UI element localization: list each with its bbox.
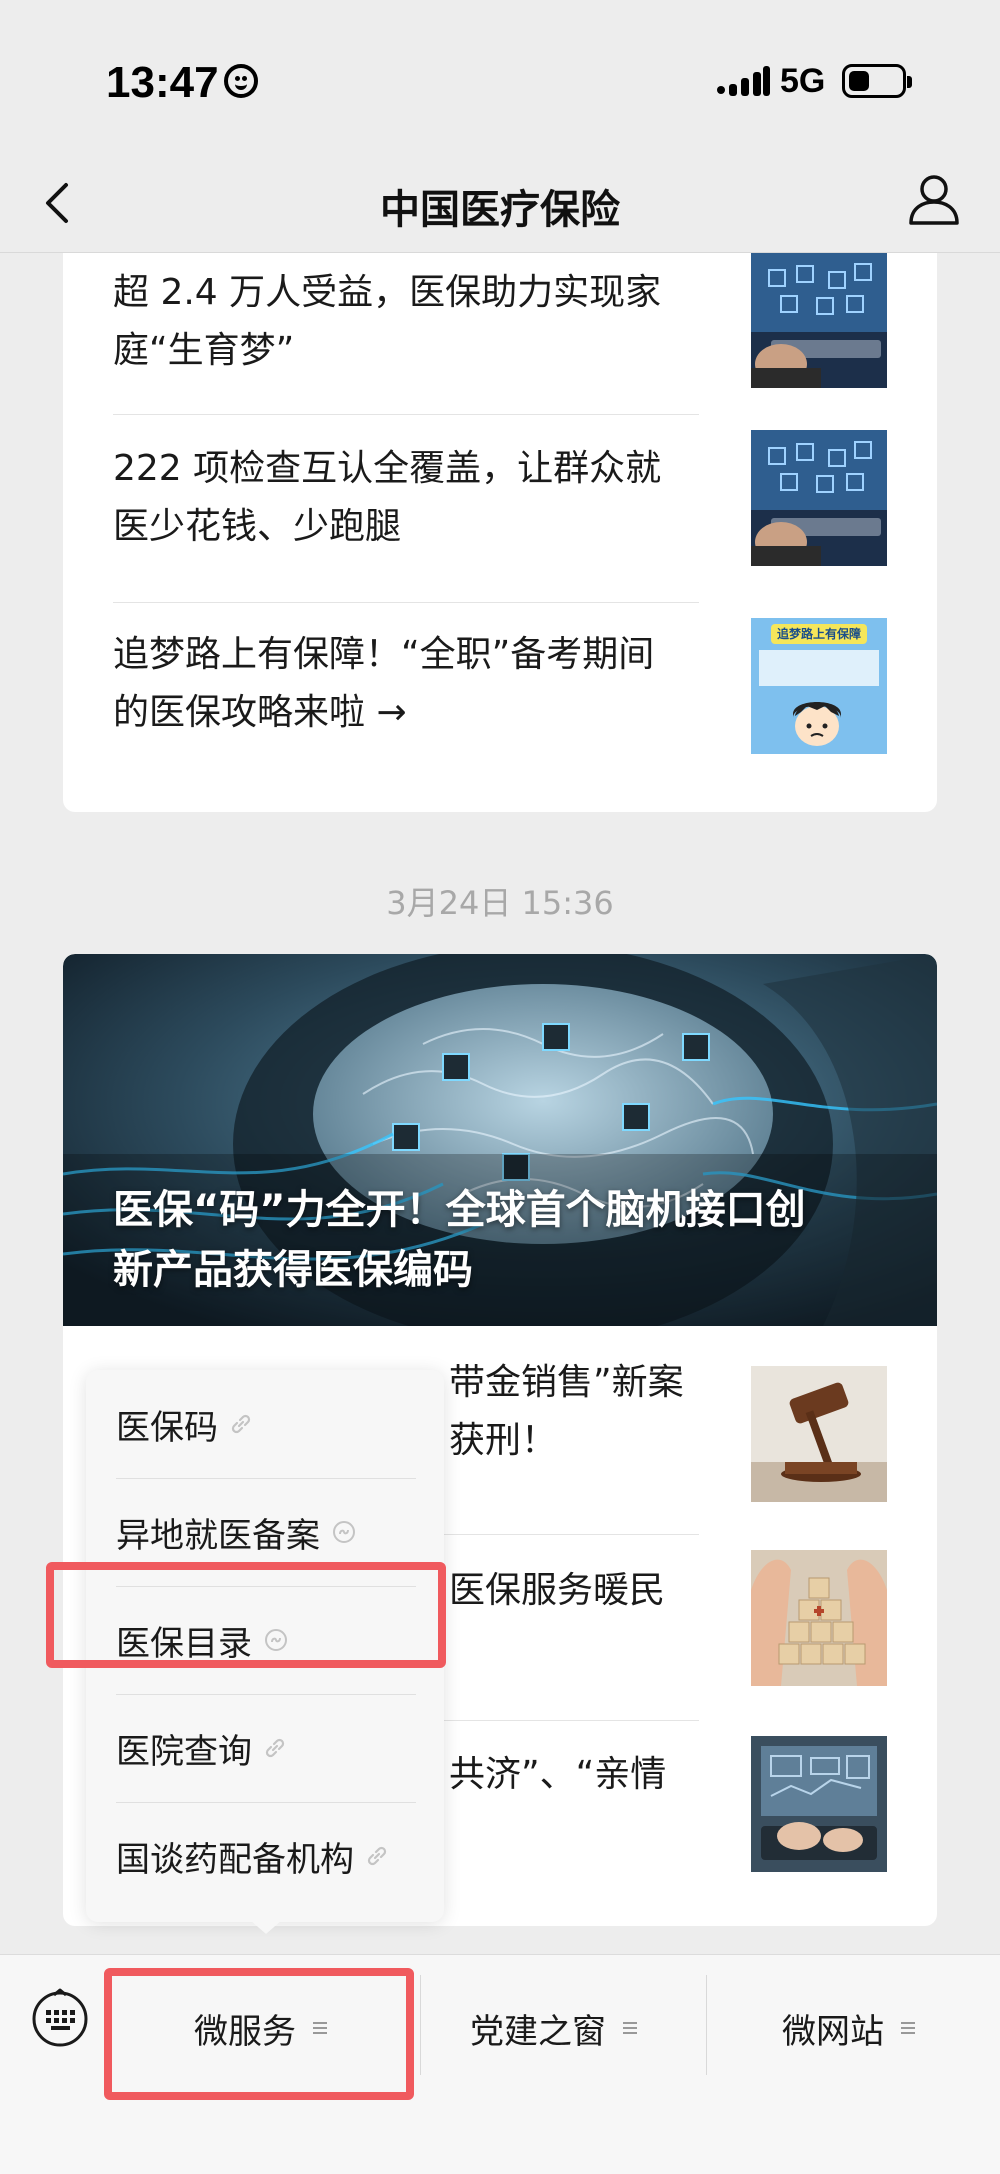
menu-item-hospital-query[interactable]: 医院查询 bbox=[116, 1694, 416, 1802]
highlight-box-catalog bbox=[46, 1562, 446, 1668]
article-title[interactable]: 222 项检查互认全覆盖，让群众就 医少花钱、少跑腿 bbox=[113, 440, 713, 556]
highlight-box-micro-service bbox=[104, 1968, 414, 2100]
article-title-line: 庭“生育梦” bbox=[113, 330, 295, 371]
article-title-line: 追梦路上有保障！“全职”备考期间 bbox=[113, 634, 655, 675]
tab-label: 党建之窗 bbox=[470, 2011, 606, 2052]
tab-micro-website[interactable]: 微网站 bbox=[782, 2003, 916, 2053]
article-thumbnail[interactable] bbox=[751, 1736, 887, 1872]
signal-icon bbox=[717, 66, 770, 96]
hero-title-line: 新产品获得医保编码 bbox=[113, 1247, 473, 1293]
menu-lines-icon bbox=[623, 2022, 637, 2034]
article-title-line: 获刑！ bbox=[449, 1420, 558, 1461]
article-title-line: 的医保攻略来啦 → bbox=[113, 692, 407, 733]
menu-item-yibaoma[interactable]: 医保码 bbox=[116, 1370, 416, 1478]
link-icon bbox=[231, 1414, 251, 1434]
status-time: 13:47 bbox=[106, 58, 219, 107]
article-thumbnail[interactable] bbox=[751, 1550, 887, 1686]
cartoon-face-icon bbox=[793, 702, 841, 746]
menu-lines-icon bbox=[901, 2022, 915, 2034]
article-title[interactable]: 追梦路上有保障！“全职”备考期间 的医保攻略来啦 → bbox=[113, 626, 713, 742]
article-title-line: 医保服务暖民 bbox=[449, 1570, 666, 1611]
tab-separator bbox=[706, 1975, 707, 2075]
article-thumbnail[interactable] bbox=[751, 252, 887, 388]
menu-item-national-drug-institutions[interactable]: 国谈药配备机构 bbox=[116, 1802, 416, 1910]
article-thumbnail[interactable] bbox=[751, 1366, 887, 1502]
menu-item-label: 医保码 bbox=[116, 1407, 218, 1448]
divider bbox=[113, 602, 699, 603]
article-title[interactable]: 共济”、“亲情 bbox=[449, 1746, 729, 1804]
article-title-line: 医少花钱、少跑腿 bbox=[113, 506, 402, 547]
article-title[interactable]: 带金销售”新案 获刑！ bbox=[449, 1354, 729, 1470]
menu-item-label: 国谈药配备机构 bbox=[116, 1839, 354, 1880]
user-profile-icon[interactable] bbox=[906, 171, 962, 227]
status-bar: 13:47 5G bbox=[0, 0, 1000, 155]
page-title: 中国医疗保险 bbox=[380, 187, 620, 233]
list-item[interactable]: 222 项检查互认全覆盖，让群众就 医少花钱、少跑腿 bbox=[113, 430, 887, 628]
tab-separator bbox=[420, 1975, 421, 2075]
nav-bar: 中国医疗保险 bbox=[0, 155, 1000, 253]
message-timestamp: 3月24日 15:36 bbox=[386, 884, 614, 922]
smiley-icon bbox=[224, 64, 258, 98]
article-title[interactable]: 医保服务暖民 bbox=[449, 1562, 729, 1620]
article-title-line: 共济”、“亲情 bbox=[449, 1754, 667, 1795]
link-icon bbox=[367, 1846, 387, 1866]
article-title-line: 带金销售”新案 bbox=[449, 1362, 684, 1403]
menu-item-label: 医院查询 bbox=[116, 1731, 252, 1772]
article-title[interactable]: 超 2.4 万人受益，医保助力实现家 庭“生育梦” bbox=[113, 264, 713, 380]
article-title-line: 222 项检查互认全覆盖，让群众就 bbox=[113, 448, 662, 489]
tab-party-building[interactable]: 党建之窗 bbox=[470, 2003, 638, 2053]
article-thumbnail[interactable]: 追梦路上有保障 bbox=[751, 618, 887, 754]
hero-title[interactable]: 医保“码”力全开！全球首个脑机接口创 新产品获得医保编码 bbox=[113, 1180, 903, 1300]
battery-icon bbox=[842, 64, 912, 98]
thumbnail-text-block bbox=[759, 650, 879, 686]
article-list-card: 超 2.4 万人受益，医保助力实现家 庭“生育梦” 222 项检查互认全覆盖，让… bbox=[63, 252, 937, 812]
popup-pointer bbox=[250, 1920, 282, 1934]
article-thumbnail[interactable] bbox=[751, 430, 887, 566]
list-item[interactable]: 超 2.4 万人受益，医保助力实现家 庭“生育梦” bbox=[113, 252, 887, 452]
miniprogram-icon bbox=[333, 1521, 355, 1543]
list-item[interactable]: 追梦路上有保障！“全职”备考期间 的医保攻略来啦 → 追梦路上有保障 bbox=[113, 618, 887, 814]
hero-article[interactable]: 医保“码”力全开！全球首个脑机接口创 新产品获得医保编码 bbox=[63, 954, 937, 1326]
keyboard-toggle-icon[interactable] bbox=[30, 1987, 90, 2047]
article-title-line: 超 2.4 万人受益，医保助力实现家 bbox=[113, 272, 662, 313]
network-label: 5G bbox=[780, 62, 826, 100]
hero-title-line: 医保“码”力全开！全球首个脑机接口创 bbox=[113, 1187, 806, 1233]
thumbnail-banner-text: 追梦路上有保障 bbox=[771, 624, 867, 644]
link-icon bbox=[265, 1738, 285, 1758]
divider bbox=[113, 414, 699, 415]
tab-label: 微网站 bbox=[782, 2011, 884, 2052]
menu-item-label: 异地就医备案 bbox=[116, 1515, 320, 1556]
